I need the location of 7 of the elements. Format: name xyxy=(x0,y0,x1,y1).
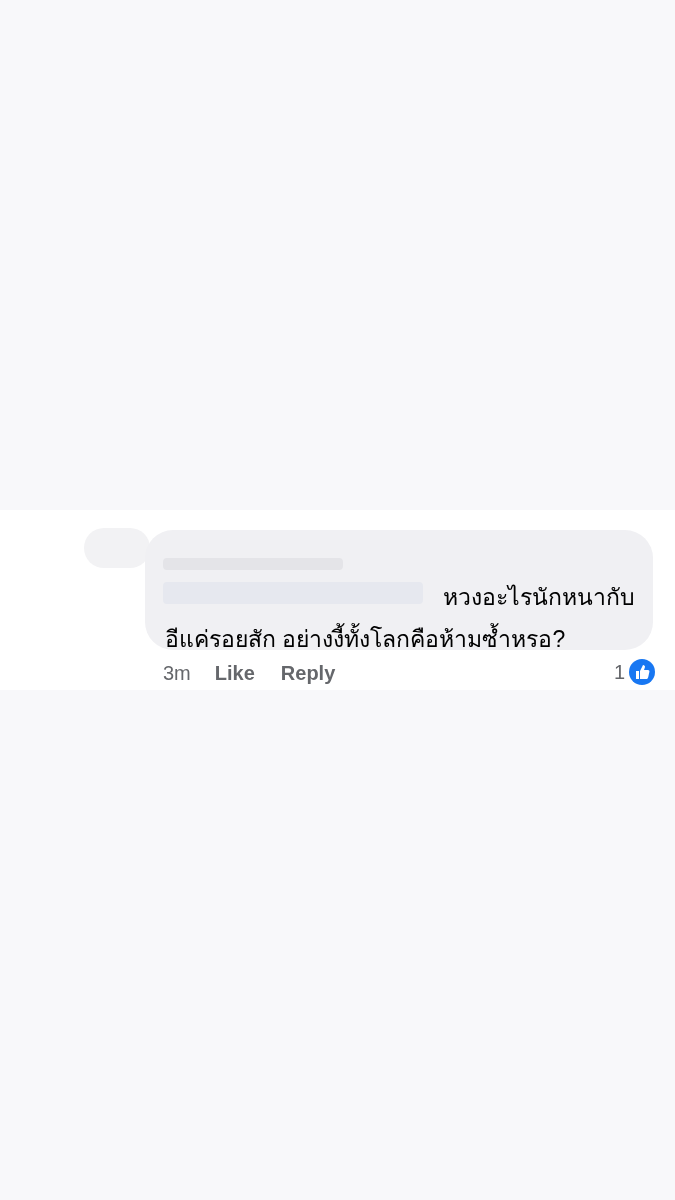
comment-text: หวงอะไรนักหนากับ xyxy=(443,583,635,612)
comment-time: 3m xyxy=(163,661,191,686)
like-icon xyxy=(629,659,655,685)
comment-text: อีแค่รอยสัก อย่างงี้ทั้งโลกคือห้ามซ้ำหรอ? xyxy=(165,618,635,660)
reaction-count: 1 xyxy=(613,660,625,685)
action-link[interactable]: Like xyxy=(214,658,255,688)
action-link[interactable]: Reply xyxy=(280,658,336,688)
